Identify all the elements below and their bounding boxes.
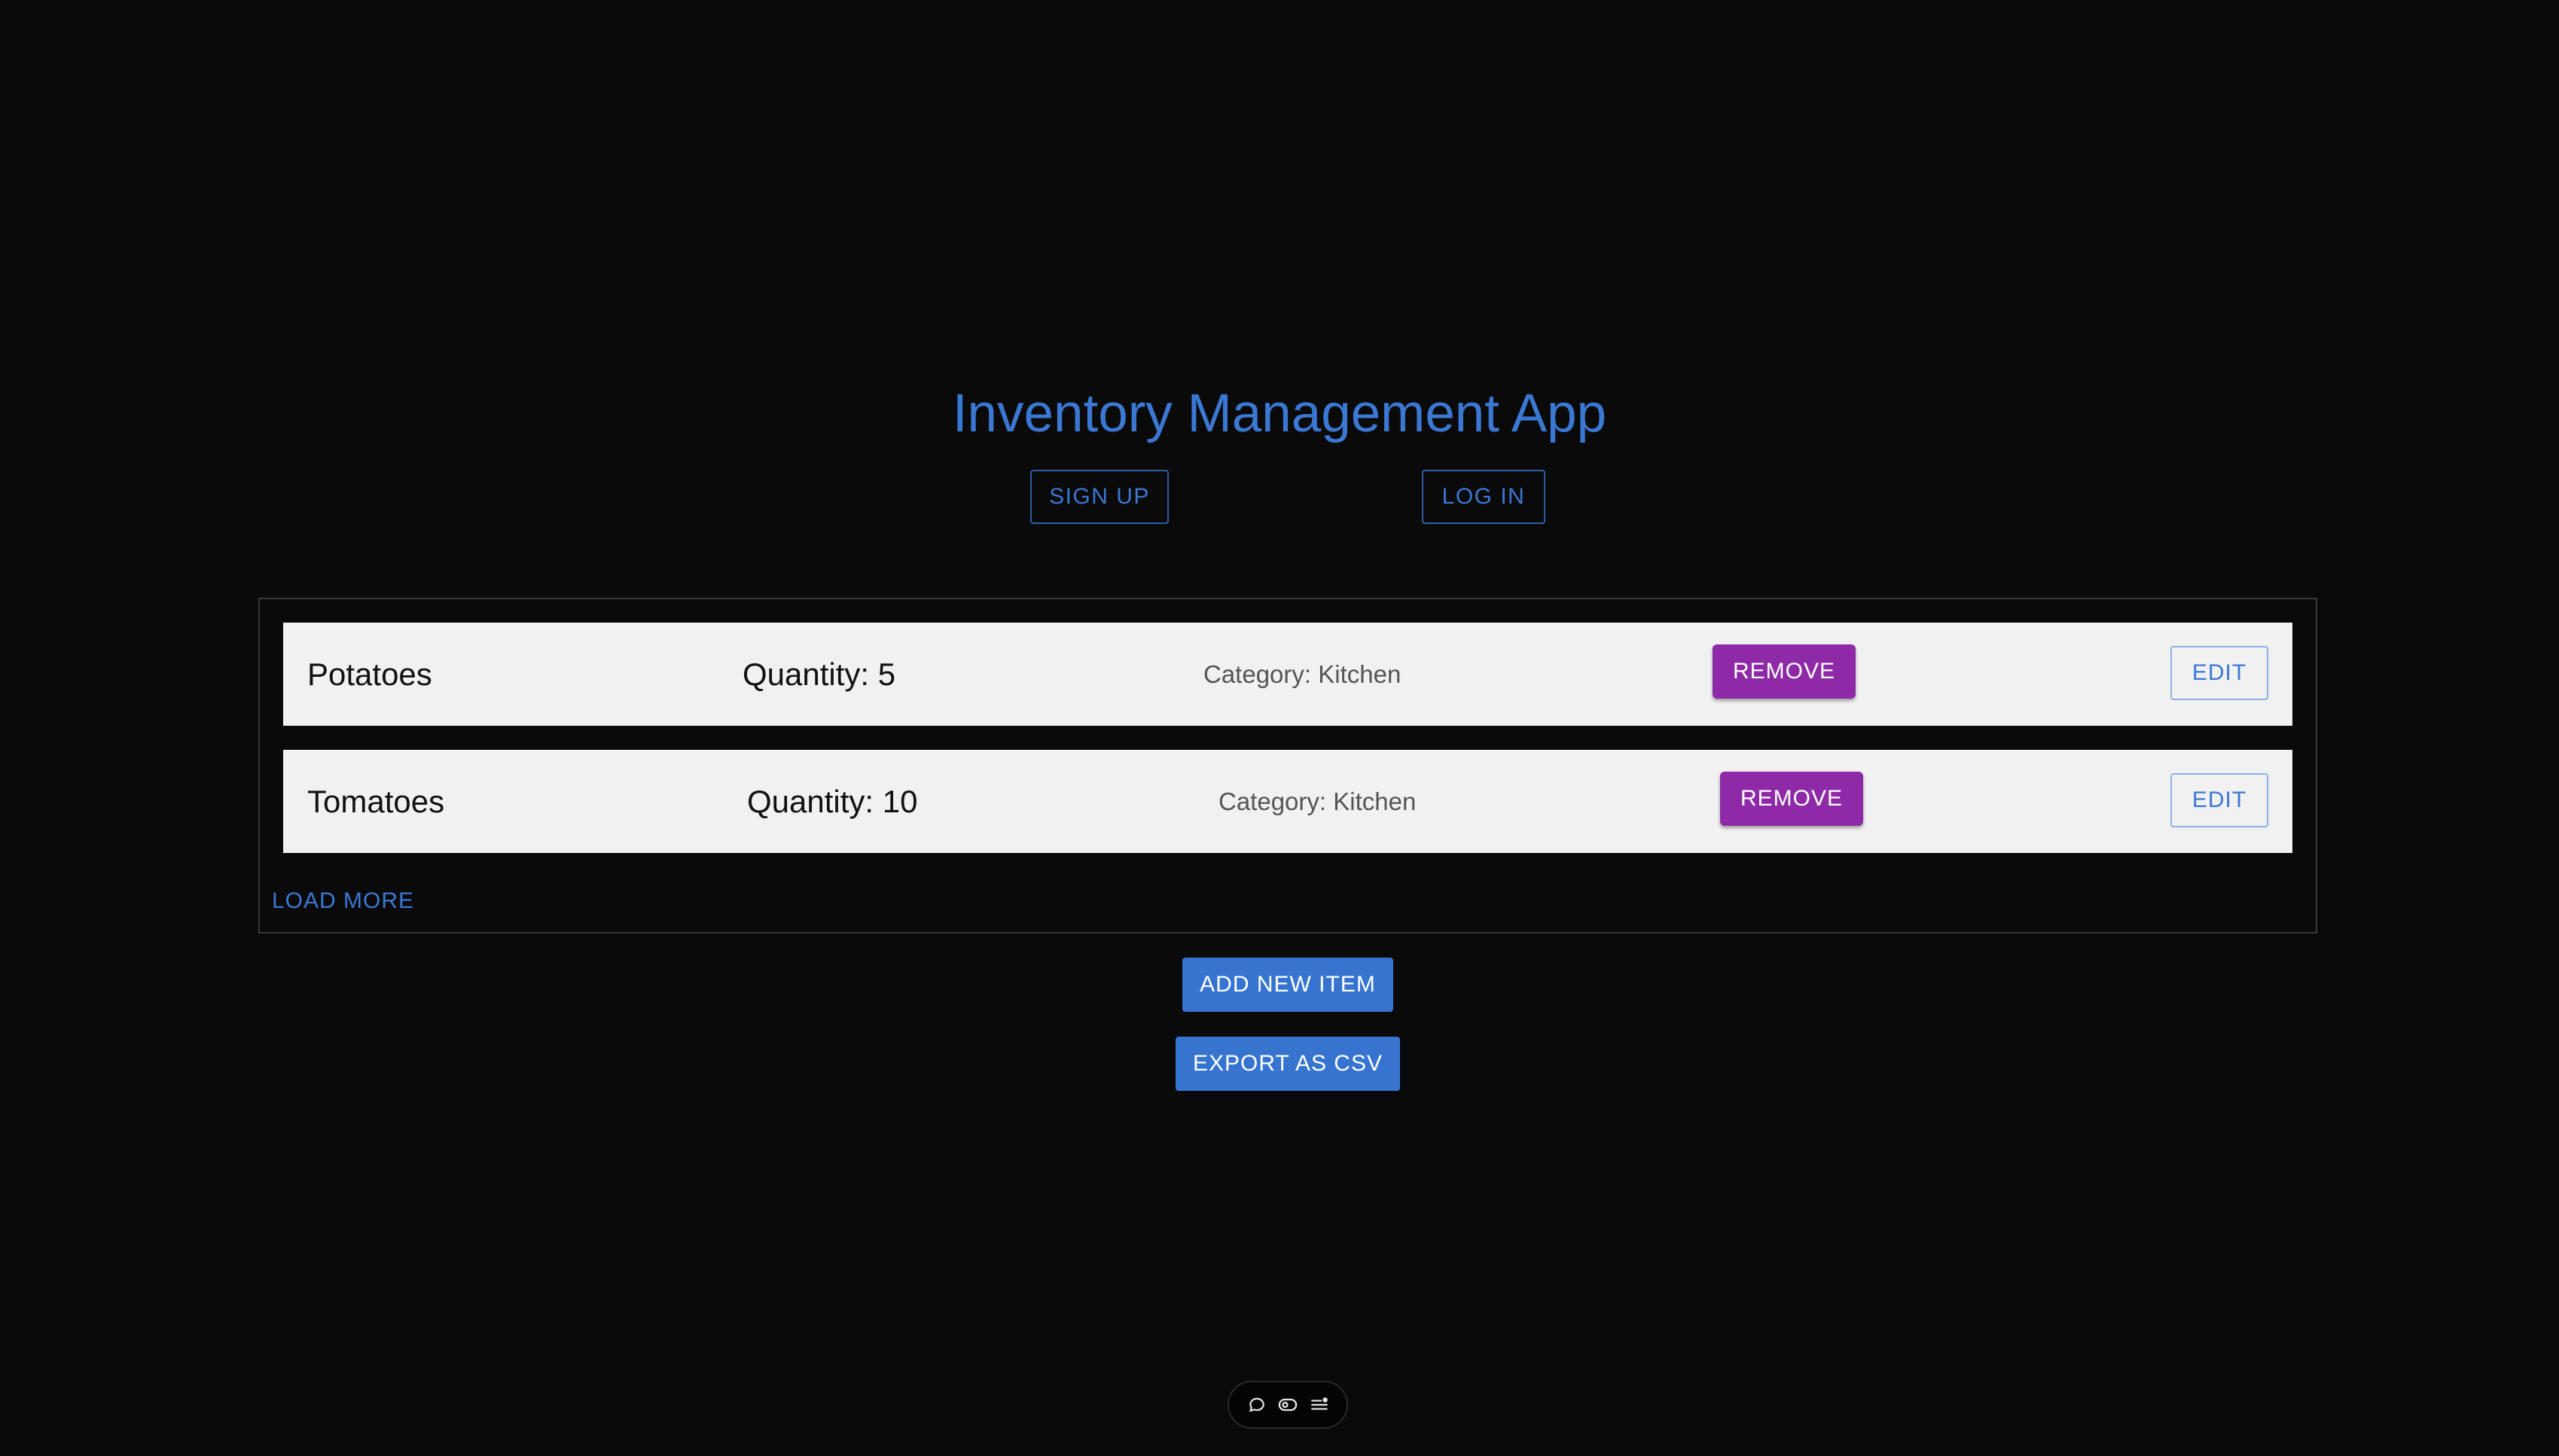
log-in-button[interactable]: LOG IN <box>1422 470 1545 524</box>
floating-toolbar <box>1228 1381 1348 1429</box>
item-category: Category: Kitchen <box>1218 787 1417 815</box>
remove-button[interactable]: REMOVE <box>1713 644 1856 699</box>
inventory-list: Potatoes Quantity: 5 Category: Kitchen R… <box>258 598 2317 934</box>
item-quantity: Quantity: 5 <box>743 656 896 692</box>
edit-button[interactable]: EDIT <box>2170 646 2268 700</box>
sign-up-button[interactable]: SIGN UP <box>1030 470 1169 524</box>
load-more-button[interactable]: LOAD MORE <box>272 888 414 914</box>
page-title: Inventory Management App <box>952 384 1607 443</box>
item-name: Potatoes <box>307 656 432 692</box>
export-csv-button[interactable]: EXPORT AS CSV <box>1176 1037 1400 1091</box>
eye-toggle-icon[interactable] <box>1276 1394 1299 1416</box>
item-quantity: Quantity: 10 <box>747 783 918 819</box>
item-name: Tomatoes <box>307 783 445 819</box>
remove-button[interactable]: REMOVE <box>1720 772 1863 826</box>
item-category: Category: Kitchen <box>1203 659 1402 688</box>
comment-icon[interactable] <box>1246 1394 1268 1416</box>
page: Inventory Management App SIGN UP LOG IN … <box>0 0 2559 1456</box>
edit-button[interactable]: EDIT <box>2170 773 2268 827</box>
settings-list-icon[interactable] <box>1308 1394 1331 1416</box>
add-new-item-button[interactable]: ADD NEW ITEM <box>1182 958 1393 1012</box>
inventory-row: Potatoes Quantity: 5 Category: Kitchen R… <box>283 623 2292 726</box>
inventory-row: Tomatoes Quantity: 10 Category: Kitchen … <box>283 750 2292 853</box>
